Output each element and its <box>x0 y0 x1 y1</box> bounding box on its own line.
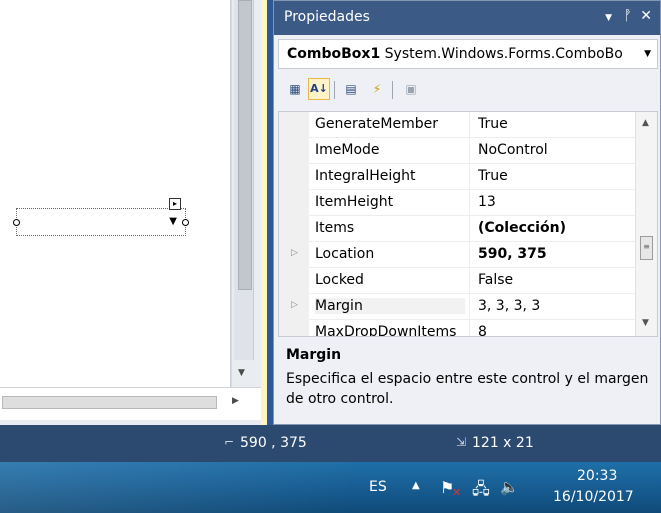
scrollbar-thumb[interactable] <box>238 0 252 290</box>
window-position-dropdown-icon[interactable]: ▼ <box>605 13 612 23</box>
property-name: GenerateMember <box>315 116 438 132</box>
chevron-down-icon[interactable]: ▼ <box>644 49 651 59</box>
properties-icon[interactable]: ▤ <box>340 78 362 100</box>
property-pages-icon[interactable]: ▣ <box>400 78 422 100</box>
size-icon: ⇲ <box>456 435 467 449</box>
property-row[interactable]: IntegralHeight True <box>279 164 636 190</box>
property-name: ImeMode <box>315 142 380 158</box>
property-value[interactable]: False <box>469 268 513 294</box>
scrollbar-track[interactable] <box>234 0 254 360</box>
property-name: Items <box>315 220 355 236</box>
property-row[interactable]: Locked False <box>279 268 636 294</box>
toolbar-separator <box>392 81 393 99</box>
properties-title-bar: Propiedades ▼ ᚡ ✕ <box>274 1 660 35</box>
designer-vertical-scrollbar[interactable]: ▼ <box>231 0 261 400</box>
property-row[interactable]: GenerateMember True <box>279 112 636 138</box>
property-name: ItemHeight <box>315 194 394 210</box>
property-name: MaxDropDownItems <box>315 324 457 337</box>
object-type: System.Windows.Forms.ComboBo <box>384 46 623 62</box>
show-hidden-icons-icon[interactable]: ▲ <box>412 480 420 491</box>
toolbar-separator <box>334 81 335 99</box>
scroll-down-arrow-icon[interactable]: ▼ <box>238 368 245 378</box>
position-readout: 590 , 375 <box>240 435 307 451</box>
scroll-right-arrow-icon[interactable]: ▶ <box>232 396 239 406</box>
properties-panel: Propiedades ▼ ᚡ ✕ ComboBox1 System.Windo… <box>273 0 661 425</box>
property-value[interactable]: 3, 3, 3, 3 <box>469 294 540 320</box>
row-gutter <box>279 164 309 190</box>
resize-handle-right[interactable] <box>182 219 189 226</box>
property-name: Location <box>315 246 375 262</box>
clock-date[interactable]: 16/10/2017 <box>553 489 634 505</box>
row-gutter <box>279 112 309 138</box>
property-name: IntegralHeight <box>315 168 416 184</box>
property-row[interactable]: ImeMode NoControl <box>279 138 636 164</box>
network-icon[interactable]: 🖧 <box>472 478 490 505</box>
combobox-dropdown-arrow-icon[interactable]: ▼ <box>169 216 177 227</box>
resize-handle-left[interactable] <box>13 219 20 226</box>
property-value[interactable]: NoControl <box>469 138 548 164</box>
taskbar-background <box>0 462 360 513</box>
row-gutter <box>279 320 309 336</box>
form-designer-surface[interactable]: ▸ ▼ <box>0 0 231 387</box>
property-value[interactable]: (Colección) <box>469 216 566 242</box>
property-name: Margin <box>315 298 465 314</box>
property-value[interactable]: 590, 375 <box>469 242 547 268</box>
property-rows: GenerateMember True ImeMode NoControl Integr… <box>279 112 636 337</box>
position-icon: ⌐ <box>224 435 235 449</box>
language-indicator[interactable]: ES <box>369 479 387 495</box>
object-selector[interactable]: ComboBox1 System.Windows.Forms.ComboBo ▼ <box>278 39 658 69</box>
property-value[interactable]: 13 <box>469 190 496 216</box>
events-icon[interactable]: ⚡ <box>366 78 388 100</box>
scrollbar-thumb[interactable] <box>2 396 217 409</box>
close-icon[interactable]: ✕ <box>640 8 652 24</box>
scroll-down-arrow-icon[interactable]: ▼ <box>642 318 649 328</box>
property-description: Margin Especifica el espacio entre este … <box>278 341 658 421</box>
expand-icon[interactable]: ▷ <box>291 300 298 310</box>
property-name: Locked <box>315 272 364 288</box>
property-value[interactable]: True <box>469 112 508 138</box>
panel-title: Propiedades <box>284 9 370 25</box>
size-readout: 121 x 21 <box>472 435 534 451</box>
property-value[interactable]: 8 <box>469 320 487 336</box>
property-grid-scrollbar[interactable]: ▲ ≡ ▼ <box>635 112 657 336</box>
property-row[interactable]: ItemHeight 13 <box>279 190 636 216</box>
alphabetical-icon[interactable]: A↓ <box>308 78 330 100</box>
designer-horizontal-scrollbar[interactable]: ▶ <box>0 387 270 420</box>
combobox-control[interactable]: ▸ ▼ <box>13 198 189 236</box>
clock-time[interactable]: 20:33 <box>577 468 617 484</box>
property-row[interactable]: ▷ Location 590, 375 <box>279 242 636 268</box>
pin-icon[interactable]: ᚡ <box>624 8 632 24</box>
properties-toolbar: ▦ A↓ ▤ ⚡ ▣ <box>278 75 658 107</box>
status-bar: ⌐ 590 , 375 ⇲ 121 x 21 <box>0 425 661 462</box>
row-gutter <box>279 216 309 242</box>
volume-icon[interactable]: 🔈 <box>500 478 519 496</box>
property-row[interactable]: Items (Colección) <box>279 216 636 242</box>
scroll-up-arrow-icon[interactable]: ▲ <box>642 118 649 128</box>
expand-icon[interactable]: ▷ <box>291 248 298 258</box>
property-value[interactable]: True <box>469 164 508 190</box>
row-gutter <box>279 268 309 294</box>
row-gutter <box>279 138 309 164</box>
smart-tag-icon[interactable]: ▸ <box>169 198 181 210</box>
alert-x-icon: ✕ <box>452 486 462 499</box>
property-row[interactable]: ▷ Margin 3, 3, 3, 3 <box>279 294 636 320</box>
categorized-icon[interactable]: ▦ <box>284 78 306 100</box>
description-text: Especifica el espacio entre este control… <box>286 371 649 407</box>
description-title: Margin <box>286 347 342 363</box>
object-name: ComboBox1 <box>287 46 381 62</box>
property-row[interactable]: MaxDropDownItems 8 <box>279 320 636 337</box>
scrollbar-thumb[interactable]: ≡ <box>640 236 653 260</box>
property-grid: GenerateMember True ImeMode NoControl Integr… <box>278 111 658 337</box>
row-gutter <box>279 190 309 216</box>
taskbar: ES ▲ ⚑ ✕ 🖧 🔈 20:33 16/10/2017 <box>0 462 661 513</box>
